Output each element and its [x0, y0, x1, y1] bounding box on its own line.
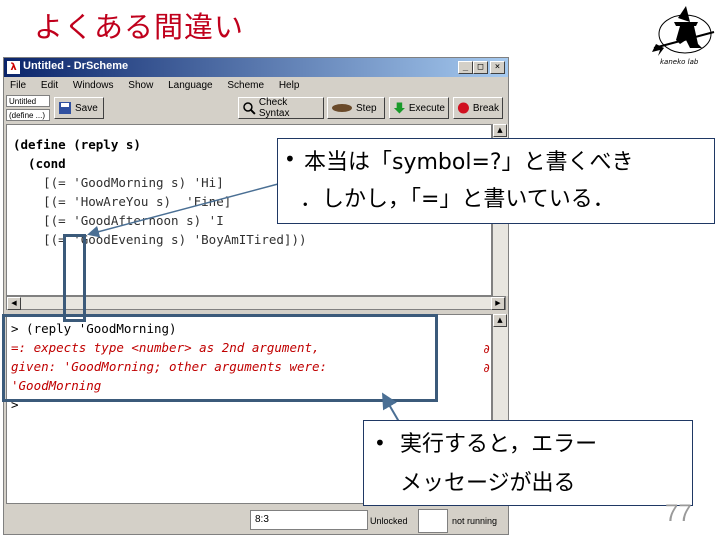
minimize-button[interactable]: _	[458, 61, 473, 74]
menu-windows[interactable]: Windows	[73, 77, 114, 94]
menu-language[interactable]: Language	[168, 77, 213, 94]
filename-field[interactable]: Untitled	[6, 95, 50, 107]
running-status: not running	[452, 516, 498, 526]
save-button[interactable]: Save	[54, 97, 104, 119]
callout-top-line-1: 本当は「symbol=?」と書くべき	[304, 150, 634, 175]
definitions-code: (define (reply s) (cond [(= 'GoodMorning…	[13, 135, 307, 249]
execute-label: Execute	[408, 102, 445, 114]
disk-icon	[59, 102, 71, 114]
callout-top-bullet: •	[284, 147, 296, 171]
code-line-5: [(= 'GoodAfternoon s) 'I	[13, 213, 224, 228]
menu-scheme[interactable]: Scheme	[227, 77, 264, 94]
code-line-3: [(= 'GoodMorning s) 'Hi]	[13, 175, 224, 190]
window-title: Untitled - DrScheme	[23, 60, 129, 72]
step-label: Step	[356, 102, 377, 114]
scroll-right-icon[interactable]: ▶	[491, 297, 505, 310]
execute-button[interactable]: Execute	[389, 97, 449, 119]
break-label: Break	[472, 102, 499, 114]
drscheme-app-icon: λ	[7, 61, 20, 74]
magnifier-icon	[243, 102, 256, 115]
stop-icon	[457, 102, 469, 114]
scroll-up-icon[interactable]: ▲	[493, 314, 507, 327]
window-titlebar[interactable]: λ Untitled - DrScheme _ □ ×	[4, 58, 508, 77]
page-number: 77	[665, 500, 692, 527]
logo-caption: kaneko lab	[660, 58, 699, 66]
gc-indicator	[418, 509, 448, 533]
green-arrow-icon	[393, 102, 405, 114]
highlight-error-message	[2, 314, 438, 402]
cursor-position: 8:3	[250, 510, 368, 530]
error-marker-icons: ∂ ∂	[483, 342, 491, 375]
define-dropdown[interactable]: (define ...)	[6, 109, 50, 121]
menu-bar: File Edit Windows Show Language Scheme H…	[4, 77, 508, 94]
code-line-6: [(= 'GoodEvening s) 'BoyAmITired]))	[13, 232, 307, 247]
menu-edit[interactable]: Edit	[41, 77, 58, 94]
menu-file[interactable]: File	[10, 77, 26, 94]
status-bar: 8:3 Unlocked not running	[4, 506, 508, 534]
scroll-up-icon[interactable]: ▲	[493, 124, 507, 137]
maximize-button[interactable]: □	[473, 61, 488, 74]
scroll-left-icon[interactable]: ◀	[7, 297, 21, 310]
menu-help[interactable]: Help	[279, 77, 300, 94]
highlight-equals-column	[63, 234, 86, 322]
menu-show[interactable]: Show	[128, 77, 153, 94]
callout-bottom-line-2: メッセージが出る	[400, 471, 576, 496]
check-syntax-button[interactable]: Check Syntax	[238, 97, 324, 119]
step-button[interactable]: Step	[327, 97, 385, 119]
slide-title: よくある間違い	[34, 10, 245, 44]
code-line-4: [(= 'HowAreYou s) 'Fine]	[13, 194, 232, 209]
toolbar: Untitled (define ...) Save Check Syntax …	[4, 94, 508, 122]
lock-status[interactable]: Unlocked	[370, 516, 408, 526]
close-button[interactable]: ×	[490, 61, 505, 74]
callout-bottom-line-1: 実行すると，エラー	[400, 432, 598, 457]
callout-bottom: • 実行すると，エラー メッセージが出る	[363, 420, 693, 506]
callout-bottom-bullet: •	[374, 431, 386, 455]
callout-top-line-2: ．しかし，「=」と書いている．	[300, 187, 615, 212]
code-line-1: (define (reply s)	[13, 137, 141, 152]
save-label: Save	[75, 102, 98, 114]
footprint-icon	[332, 104, 352, 112]
callout-top: • 本当は「symbol=?」と書くべき ．しかし，「=」と書いている．	[277, 138, 715, 224]
code-line-2: (cond	[13, 156, 66, 171]
check-syntax-label: Check Syntax	[258, 97, 290, 119]
break-button[interactable]: Break	[453, 97, 503, 119]
